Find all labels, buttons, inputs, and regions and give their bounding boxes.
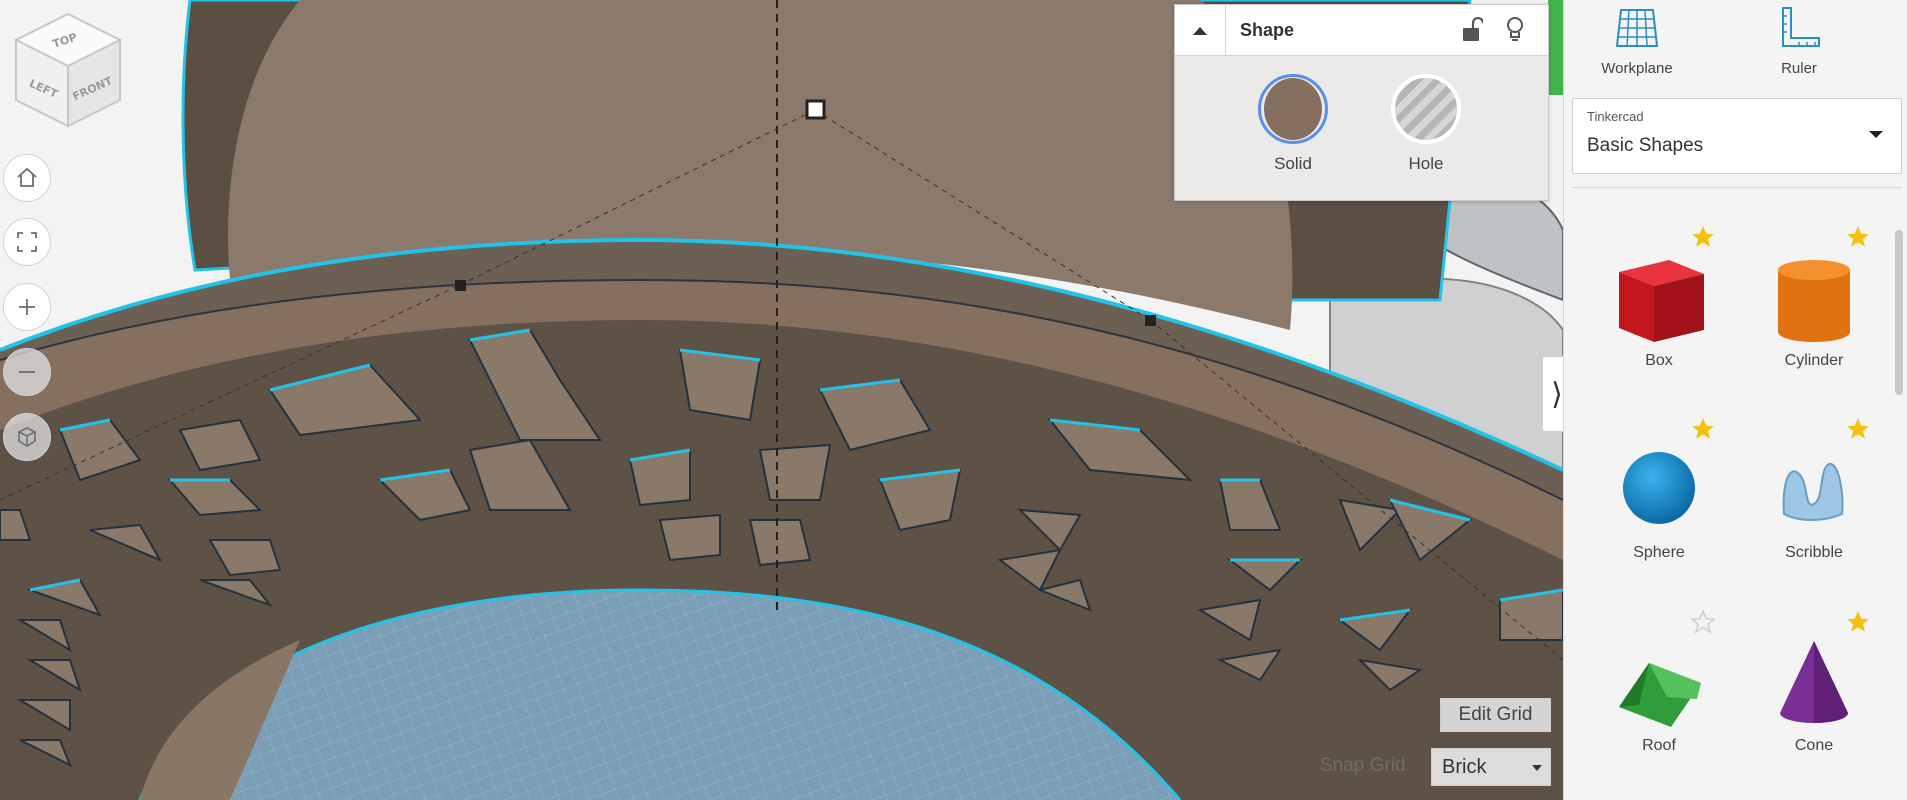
shape-cone-label: Cone [1794, 737, 1834, 754]
ruler-button[interactable]: Ruler [1744, 4, 1854, 77]
workplane-label: Workplane [1601, 60, 1673, 77]
shape-cylinder-label: Cylinder [1784, 352, 1844, 369]
box-shape-icon [1619, 260, 1704, 342]
star-icon[interactable] [1845, 416, 1871, 442]
ruler-icon [1782, 7, 1820, 47]
home-view-button[interactable] [3, 154, 51, 202]
solid-option[interactable]: Solid [1238, 74, 1348, 174]
caret-down-icon [1532, 765, 1542, 771]
library-label: Tinkercad [1587, 109, 1644, 124]
shape-inspector-header: Shape [1175, 5, 1548, 56]
shape-scribble-label: Scribble [1785, 544, 1843, 561]
star-icon[interactable] [1690, 416, 1716, 442]
sphere-shape-icon [1623, 452, 1695, 524]
solid-swatch[interactable] [1258, 74, 1328, 144]
divider [1572, 187, 1902, 188]
fit-to-view-icon [17, 232, 37, 252]
star-outline-icon[interactable] [1690, 609, 1716, 635]
solid-label: Solid [1274, 154, 1312, 173]
resize-handle [1145, 315, 1156, 326]
shape-cone[interactable]: Cone [1739, 609, 1889, 779]
shape-roof[interactable]: Roof [1584, 609, 1734, 779]
hole-label: Hole [1408, 154, 1444, 173]
lock-icon[interactable] [1461, 17, 1483, 43]
cylinder-shape-icon [1778, 260, 1850, 342]
hole-swatch[interactable] [1391, 74, 1461, 144]
roof-shape-icon [1619, 663, 1701, 727]
ruler-label: Ruler [1781, 60, 1817, 77]
shape-category-dropdown[interactable]: Tinkercad Basic Shapes [1572, 98, 1902, 174]
plus-icon [19, 299, 35, 315]
cone-shape-icon [1780, 641, 1848, 723]
sidebar-scrollbar[interactable] [1895, 230, 1903, 395]
workplane-grid-icon [1615, 9, 1659, 47]
hole-option[interactable]: Hole [1371, 74, 1481, 174]
edit-grid-button[interactable]: Edit Grid [1440, 698, 1551, 732]
caret-down-icon [1869, 131, 1883, 138]
home-icon [17, 167, 37, 187]
shapes-sidebar: Workplane Ruler Tinkercad Basic Shapes B… [1563, 0, 1907, 800]
chevron-right-icon: ⟩ [1551, 377, 1563, 411]
resize-handle [455, 280, 466, 291]
perspective-cube-icon [18, 427, 36, 447]
fit-view-button[interactable] [3, 218, 51, 266]
shape-inspector-panel: Shape [1174, 4, 1549, 201]
caret-up-icon [1193, 27, 1207, 35]
lightbulb-icon[interactable] [1505, 16, 1525, 44]
star-icon[interactable] [1845, 609, 1871, 635]
height-handle [805, 99, 826, 120]
view-cube[interactable]: TOP LEFT FRONT [12, 10, 124, 130]
shape-roof-label: Roof [1642, 737, 1676, 754]
zoom-out-button[interactable] [3, 348, 51, 396]
workplane-button[interactable]: Workplane [1582, 4, 1692, 77]
minus-icon [19, 371, 35, 373]
shape-panel-title: Shape [1240, 19, 1295, 40]
snap-grid-select[interactable]: Brick [1431, 748, 1551, 786]
snap-grid-label: Snap Grid [1320, 755, 1406, 776]
projection-toggle-button[interactable] [3, 413, 51, 461]
snap-grid-value: Brick [1442, 756, 1487, 778]
collapse-panel-button[interactable] [1175, 5, 1226, 55]
shape-cylinder[interactable]: Cylinder [1739, 224, 1889, 394]
workplane-viewport[interactable]: TOP LEFT FRONT Shape Solid Hole Edit Gri… [0, 0, 1563, 800]
shape-sphere[interactable]: Sphere [1584, 416, 1734, 586]
shape-sphere-label: Sphere [1633, 544, 1685, 561]
scribble-shape-icon [1782, 463, 1844, 521]
category-value: Basic Shapes [1587, 135, 1704, 156]
star-icon[interactable] [1845, 224, 1871, 250]
zoom-in-button[interactable] [3, 283, 51, 331]
shape-box-label: Box [1645, 352, 1673, 369]
star-icon[interactable] [1690, 224, 1716, 250]
shape-box[interactable]: Box [1584, 224, 1734, 394]
shape-scribble[interactable]: Scribble [1739, 416, 1889, 586]
